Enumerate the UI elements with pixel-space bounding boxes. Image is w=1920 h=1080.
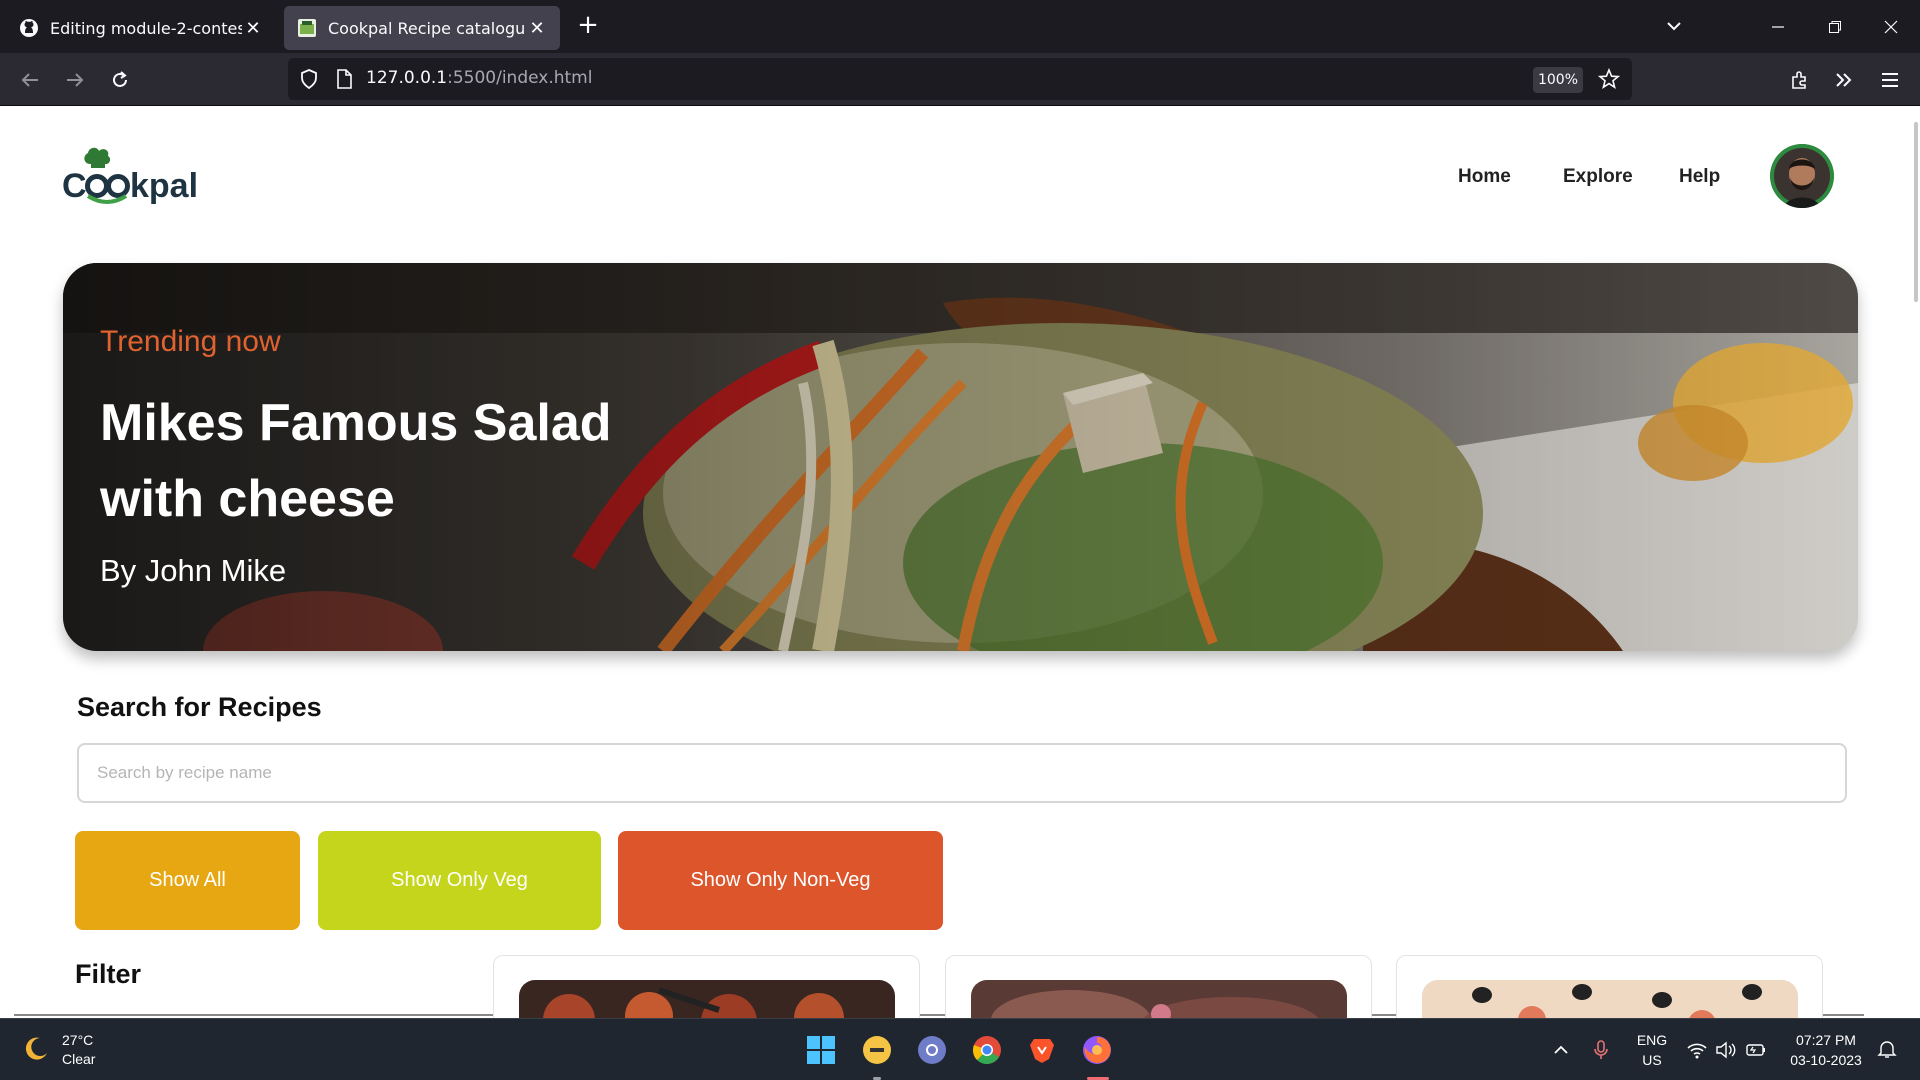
overflow-menu-icon[interactable]: [1830, 66, 1858, 94]
recipe-card[interactable]: [493, 955, 920, 1018]
new-tab-icon[interactable]: +: [574, 12, 602, 40]
nav-help[interactable]: Help: [1679, 166, 1720, 188]
back-icon[interactable]: [16, 66, 44, 94]
hero-banner[interactable]: Trending now Mikes Famous Salad with che…: [63, 263, 1858, 651]
notifications-icon[interactable]: [1868, 1031, 1906, 1069]
url-path: :5500/index.html: [447, 68, 593, 88]
clock-date: 03-10-2023: [1790, 1052, 1862, 1068]
tab-editing[interactable]: Editing module-2-contest-recip ✕: [6, 6, 276, 50]
recipe-card-image: [1422, 980, 1798, 1018]
web-page: C kpal Home Explore Help Trending now Mi…: [0, 106, 1920, 1018]
file-explorer-icon[interactable]: [858, 1031, 896, 1069]
shield-icon[interactable]: [298, 68, 320, 94]
svg-text:kpal: kpal: [130, 167, 198, 205]
moon-icon: [22, 1034, 50, 1066]
hero-trending-label: Trending now: [100, 325, 281, 358]
scroll-thumb[interactable]: [1914, 122, 1918, 302]
hero-recipe-title: Mikes Famous Salad with cheese: [100, 394, 612, 528]
windows-taskbar: 27°C Clear ENG US 07:27 PM 03-10-2023: [0, 1018, 1920, 1080]
recipe-card[interactable]: [945, 955, 1372, 1018]
chrome-icon[interactable]: [968, 1031, 1006, 1069]
tab-title: Cookpal Recipe catalogue: [328, 18, 526, 38]
weather-temperature: 27°C: [62, 1032, 94, 1048]
restore-icon[interactable]: [1812, 0, 1858, 53]
search-section-title: Search for Recipes: [77, 692, 322, 722]
tab-title: Editing module-2-contest-recip: [50, 18, 242, 38]
close-tab-icon[interactable]: ✕: [526, 18, 548, 39]
weather-condition: Clear: [62, 1051, 96, 1067]
microphone-icon[interactable]: [1582, 1031, 1620, 1069]
recipe-card[interactable]: [1396, 955, 1823, 1018]
url-bar[interactable]: 127.0.0.1:5500/index.html 100%: [288, 58, 1632, 100]
clock[interactable]: 07:27 PM 03-10-2023: [1778, 1030, 1874, 1070]
close-tab-icon[interactable]: ✕: [242, 18, 264, 39]
bookmark-star-icon[interactable]: [1597, 67, 1621, 94]
tab-cookpal[interactable]: Cookpal Recipe catalogue ✕: [284, 6, 560, 50]
recipe-card-image: [519, 980, 895, 1018]
tab-strip: Editing module-2-contest-recip ✕ Cookpal…: [0, 0, 1920, 53]
logo-text: C: [62, 167, 87, 205]
url-host: 127.0.0.1: [366, 68, 448, 88]
zoom-level[interactable]: 100%: [1533, 67, 1583, 93]
chromium-icon[interactable]: [913, 1031, 951, 1069]
hamburger-menu-icon[interactable]: [1876, 66, 1904, 94]
user-avatar[interactable]: [1770, 144, 1834, 208]
url-text[interactable]: 127.0.0.1:5500/index.html: [366, 68, 592, 88]
reload-icon[interactable]: [106, 66, 134, 94]
list-all-tabs-icon[interactable]: [1660, 14, 1688, 40]
browser-toolbar: 127.0.0.1:5500/index.html 100%: [0, 53, 1920, 106]
recipe-search-input[interactable]: [77, 743, 1847, 803]
github-icon: [18, 17, 40, 39]
show-hidden-icons-chevron-icon[interactable]: [1542, 1031, 1580, 1069]
keyboard-region: US: [1642, 1052, 1662, 1068]
page-info-icon[interactable]: [334, 68, 354, 94]
page-scrollbar[interactable]: [1912, 106, 1920, 1018]
close-window-icon[interactable]: [1868, 0, 1914, 53]
language-code: ENG: [1636, 1032, 1668, 1048]
forward-icon[interactable]: [61, 66, 89, 94]
battery-icon[interactable]: [1737, 1031, 1775, 1069]
filter-section-title: Filter: [75, 959, 142, 989]
windows-start-icon[interactable]: [802, 1031, 840, 1069]
recipe-card-image: [971, 980, 1347, 1018]
show-all-button[interactable]: Show All: [75, 831, 300, 930]
weather-widget[interactable]: 27°C Clear: [22, 1031, 95, 1069]
brave-icon[interactable]: [1023, 1031, 1061, 1069]
hero-author: By John Mike: [100, 553, 287, 588]
firefox-icon[interactable]: [1078, 1031, 1116, 1069]
extensions-icon[interactable]: [1786, 66, 1814, 94]
language-indicator[interactable]: ENG US: [1630, 1030, 1674, 1070]
cookpal-favicon-icon: [296, 17, 318, 39]
show-veg-button[interactable]: Show Only Veg: [318, 831, 601, 930]
nav-explore[interactable]: Explore: [1563, 166, 1633, 188]
cookpal-logo[interactable]: C kpal: [62, 142, 222, 212]
minimize-icon[interactable]: [1755, 0, 1801, 53]
clock-time: 07:27 PM: [1796, 1032, 1856, 1048]
show-nonveg-button[interactable]: Show Only Non-Veg: [618, 831, 943, 930]
nav-home[interactable]: Home: [1458, 166, 1511, 188]
